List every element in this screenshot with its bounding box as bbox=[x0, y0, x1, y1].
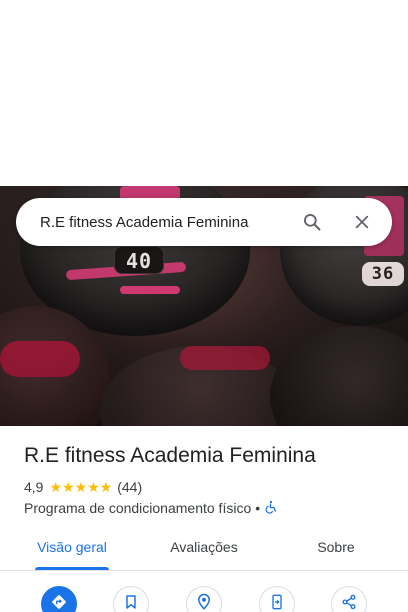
send-to-phone-button[interactable] bbox=[259, 586, 295, 612]
tab-reviews[interactable]: Avaliações bbox=[154, 527, 254, 571]
nearby-icon bbox=[195, 593, 213, 612]
rating-row[interactable]: 4,9 ★★★★★ (44) bbox=[24, 478, 142, 496]
nearby-button[interactable] bbox=[186, 586, 222, 612]
tab-overview[interactable]: Visão geral bbox=[24, 527, 120, 571]
place-category[interactable]: Programa de condicionamento físico bbox=[24, 500, 251, 516]
rating-value: 4,9 bbox=[24, 479, 44, 495]
tab-bar: Visão geral Avaliações Sobre bbox=[0, 527, 408, 571]
directions-icon bbox=[50, 593, 68, 612]
search-bar[interactable]: R.E fitness Academia Feminina bbox=[16, 198, 392, 246]
search-input[interactable]: R.E fitness Academia Feminina bbox=[40, 214, 294, 231]
review-count[interactable]: (44) bbox=[117, 479, 142, 495]
star-rating: ★★★★★ bbox=[49, 478, 113, 495]
category-row: Programa de condicionamento físico • bbox=[24, 499, 278, 517]
share-icon bbox=[341, 594, 357, 612]
map-blank-area bbox=[0, 0, 408, 186]
action-bar bbox=[0, 586, 408, 612]
send-to-phone-icon bbox=[269, 593, 285, 612]
search-icon[interactable] bbox=[294, 204, 330, 240]
active-tab-indicator bbox=[35, 567, 109, 570]
close-icon[interactable] bbox=[344, 204, 380, 240]
bookmark-icon bbox=[123, 594, 139, 612]
share-button[interactable] bbox=[331, 586, 367, 612]
directions-button[interactable] bbox=[41, 586, 77, 612]
tab-about[interactable]: Sobre bbox=[300, 527, 372, 571]
wheelchair-icon bbox=[264, 500, 278, 517]
save-button[interactable] bbox=[113, 586, 149, 612]
separator: • bbox=[255, 500, 261, 516]
place-title: R.E fitness Academia Feminina bbox=[24, 444, 316, 467]
